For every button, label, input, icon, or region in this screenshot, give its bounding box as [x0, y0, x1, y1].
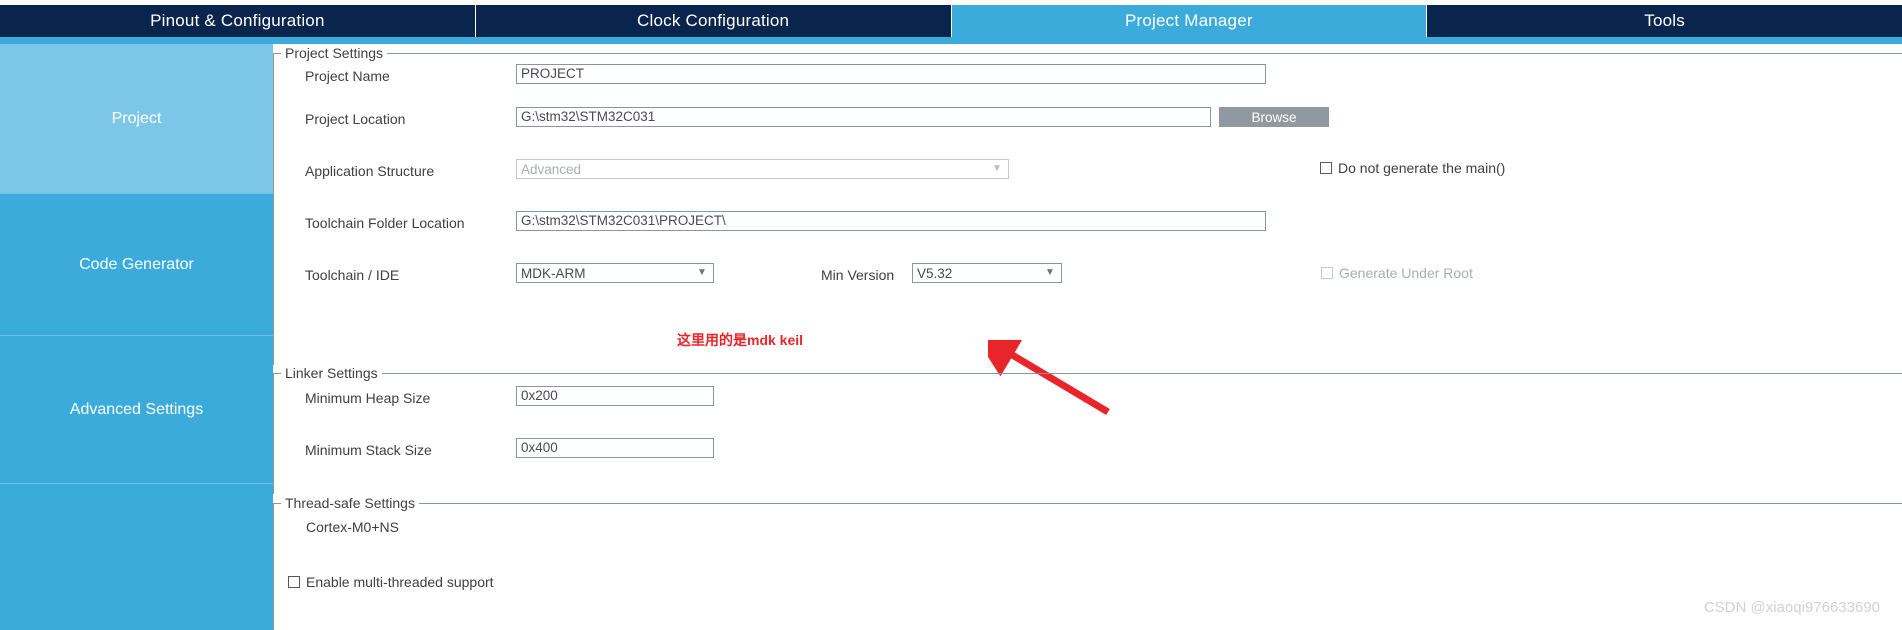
checkbox-box — [288, 576, 300, 588]
project-name-label: Project Name — [305, 68, 390, 84]
chevron-down-icon: ▼ — [992, 163, 1002, 174]
tab-label: Pinout & Configuration — [150, 11, 325, 30]
sidebar-item-label: Code Generator — [79, 255, 194, 273]
minimum-stack-size-input[interactable]: 0x400 — [516, 438, 714, 458]
checkbox-box — [1321, 267, 1333, 279]
enable-multithreaded-support-checkbox[interactable]: Enable multi-threaded support — [288, 574, 494, 590]
minimum-stack-size-label: Minimum Stack Size — [305, 442, 432, 458]
linker-settings-title: Linker Settings — [281, 365, 382, 381]
application-structure-label: Application Structure — [305, 163, 435, 179]
tab-pinout-configuration[interactable]: Pinout & Configuration — [0, 5, 476, 37]
main-tab-bar: Pinout & Configuration Clock Configurati… — [0, 5, 1902, 37]
project-settings-title: Project Settings — [281, 45, 388, 61]
tab-accent-strip — [0, 37, 1902, 44]
minimum-heap-size-label: Minimum Heap Size — [305, 390, 431, 406]
enable-multithreaded-support-label: Enable multi-threaded support — [306, 574, 494, 590]
min-version-label: Min Version — [821, 267, 895, 283]
tab-tools[interactable]: Tools — [1427, 5, 1902, 37]
annotation-text: 这里用的是mdk keil — [677, 332, 804, 348]
min-version-value: V5.32 — [917, 265, 953, 281]
toolchain-ide-label: Toolchain / IDE — [305, 267, 400, 283]
cortex-core-label: Cortex-M0+NS — [306, 519, 399, 535]
project-manager-panel: Project Settings Project Name PROJECT Pr… — [273, 44, 1902, 630]
do-not-generate-main-label: Do not generate the main() — [1338, 160, 1506, 176]
tab-clock-configuration[interactable]: Clock Configuration — [476, 5, 952, 37]
sidebar-item-label: Project — [111, 109, 162, 127]
generate-under-root-checkbox[interactable]: Generate Under Root — [1321, 265, 1473, 281]
minimum-heap-size-input[interactable]: 0x200 — [516, 386, 714, 406]
chevron-down-icon: ▼ — [697, 267, 707, 278]
sidebar-item-label: Advanced Settings — [69, 400, 204, 418]
toolchain-folder-location-label: Toolchain Folder Location — [305, 215, 465, 231]
tab-project-manager[interactable]: Project Manager — [951, 5, 1428, 37]
sidebar-item-advanced-settings[interactable]: Advanced Settings — [0, 335, 273, 483]
generate-under-root-label: Generate Under Root — [1339, 265, 1473, 281]
sidebar-item-code-generator[interactable]: Code Generator — [0, 193, 273, 335]
toolchain-ide-select[interactable]: MDK-ARM ▼ — [516, 263, 714, 283]
tab-label: Tools — [1644, 11, 1685, 30]
tab-label: Clock Configuration — [637, 11, 790, 30]
toolchain-folder-location-input[interactable]: G:\stm32\STM32C031\PROJECT\ — [516, 211, 1266, 231]
thread-safe-settings-title: Thread-safe Settings — [281, 495, 419, 511]
toolchain-ide-value: MDK-ARM — [521, 265, 586, 281]
project-location-input[interactable]: G:\stm32\STM32C031 — [516, 107, 1211, 127]
sidebar-item-empty[interactable] — [0, 483, 273, 630]
project-settings-group: Project Settings — [273, 45, 1902, 365]
project-location-label: Project Location — [305, 111, 406, 127]
do-not-generate-main-checkbox[interactable]: Do not generate the main() — [1320, 160, 1505, 176]
sidebar-item-project[interactable]: Project — [0, 44, 273, 193]
application-structure-value: Advanced — [521, 161, 582, 177]
checkbox-box — [1320, 162, 1332, 174]
thread-safe-settings-group: Thread-safe Settings — [273, 495, 1902, 630]
project-name-input[interactable]: PROJECT — [516, 64, 1266, 84]
application-structure-select[interactable]: Advanced ▼ — [516, 159, 1009, 179]
min-version-select[interactable]: V5.32 ▼ — [912, 263, 1062, 283]
csdn-watermark: CSDN @xiaoqi976633690 — [1703, 599, 1880, 616]
chevron-down-icon: ▼ — [1045, 267, 1055, 278]
project-manager-sidebar: Project Code Generator Advanced Settings — [0, 44, 273, 630]
browse-button[interactable]: Browse — [1219, 107, 1329, 127]
tab-label: Project Manager — [1125, 11, 1253, 30]
